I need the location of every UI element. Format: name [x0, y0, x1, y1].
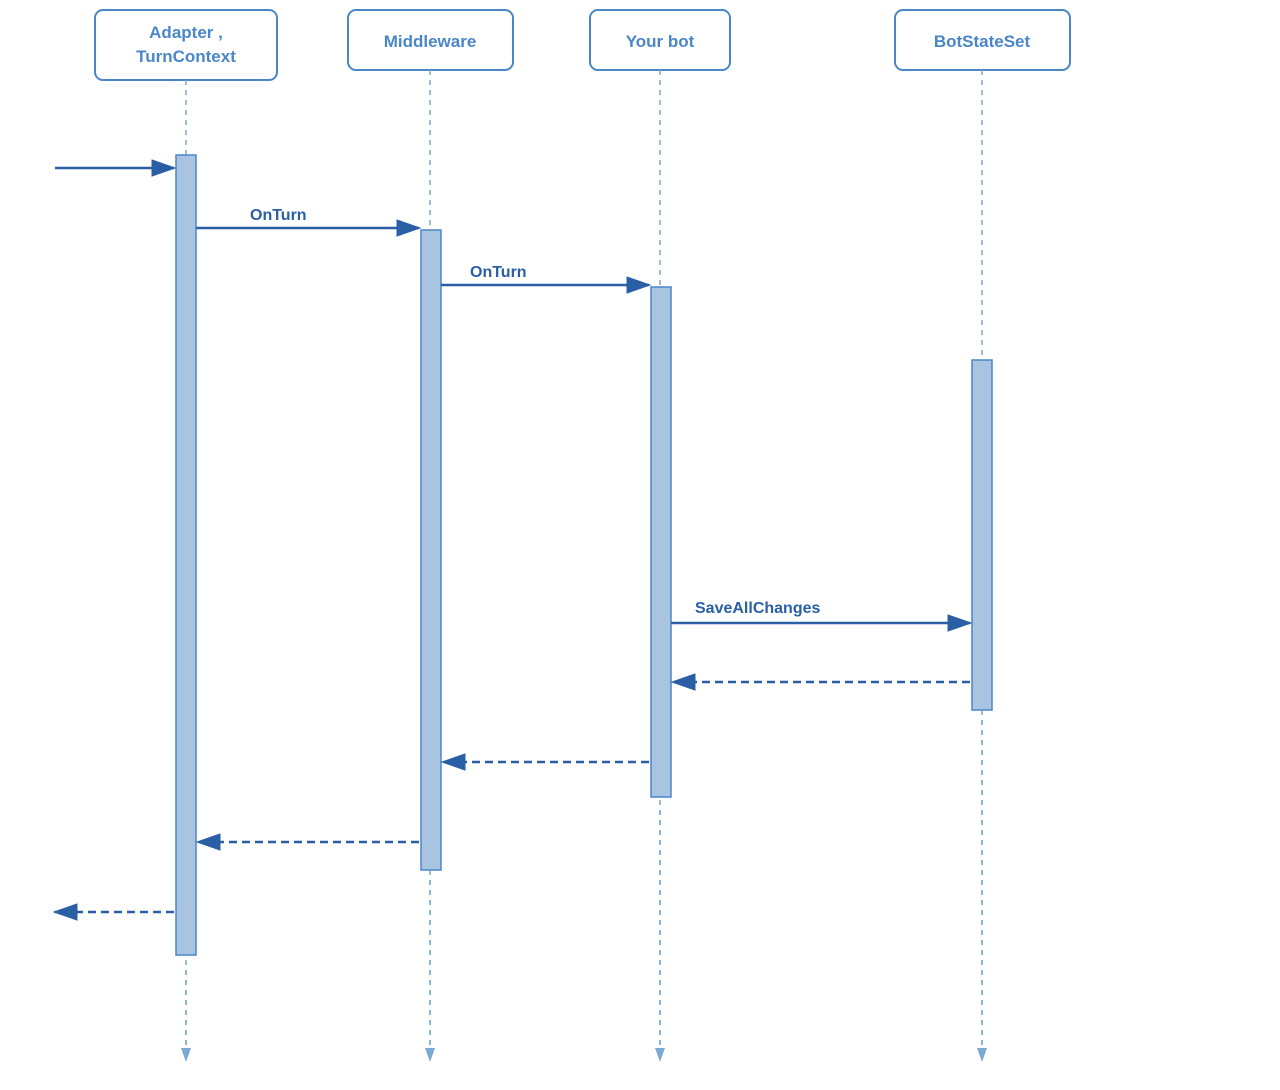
actor-adapter-label1: Adapter , [149, 23, 223, 42]
actor-middleware-label: Middleware [384, 32, 477, 51]
sequence-diagram: Adapter , TurnContext Middleware Your bo… [0, 0, 1280, 1090]
activation-botstateset [972, 360, 992, 710]
lifeline-middleware-arrowhead [425, 1048, 435, 1062]
actor-botstateset-label: BotStateSet [934, 32, 1031, 51]
actor-adapter-label2: TurnContext [136, 47, 236, 66]
activation-middleware [421, 230, 441, 870]
lifeline-yourbot-arrowhead [655, 1048, 665, 1062]
activation-yourbot [651, 287, 671, 797]
label-onturn-2: OnTurn [470, 264, 527, 281]
label-saveallchanges: SaveAllChanges [695, 600, 820, 617]
lifeline-botstateset-arrowhead [977, 1048, 987, 1062]
actor-yourbot-label: Your bot [626, 32, 695, 51]
activation-adapter [176, 155, 196, 955]
label-onturn-1: OnTurn [250, 207, 307, 224]
actor-adapter-box [95, 10, 277, 80]
lifeline-adapter-arrowhead [181, 1048, 191, 1062]
